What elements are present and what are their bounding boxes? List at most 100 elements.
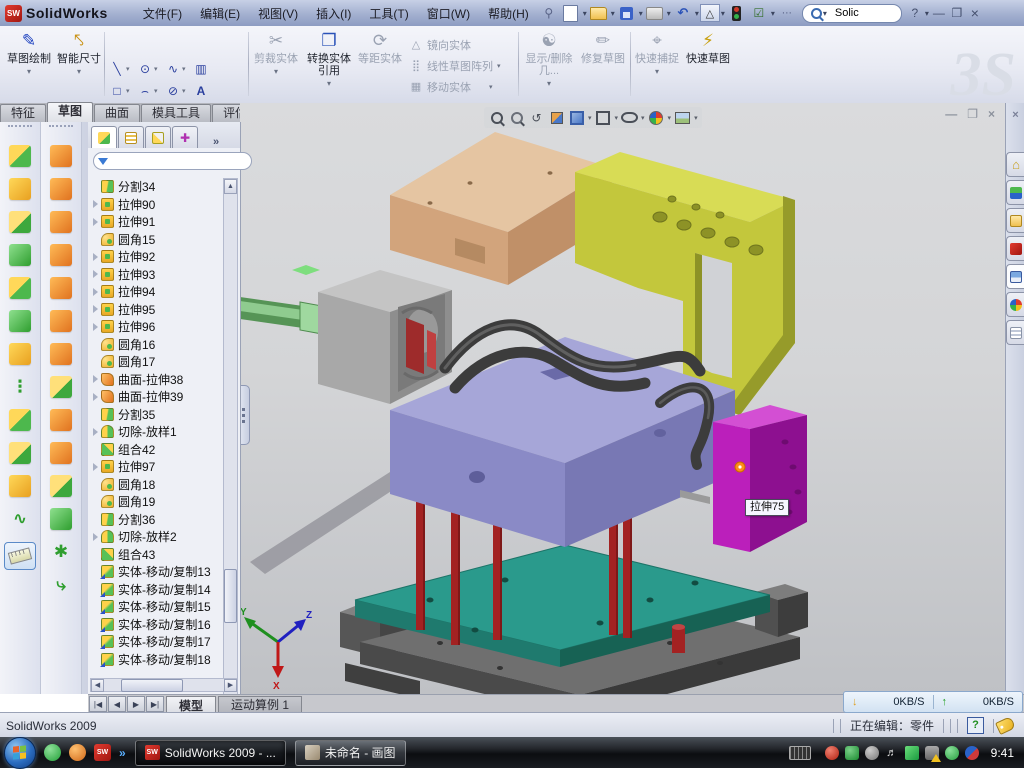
close-button[interactable]: × [966,5,984,21]
tree-item[interactable]: 实体-移动/复制16 [90,616,226,634]
menu-insert[interactable]: 插入(I) [307,2,360,25]
taskbar-clock[interactable]: 9:41 [991,746,1014,760]
toolbox-tab[interactable] [1006,236,1024,261]
hide-show-items-icon[interactable] [621,109,638,126]
spline-tool-icon[interactable]: ∿ [164,62,182,76]
doc-minimize-button[interactable]: — [945,107,957,121]
scene-dropdown-icon[interactable]: ▾ [694,114,698,122]
first-tab-button[interactable]: |◀ [89,696,107,712]
planar-surface-icon[interactable] [50,343,72,365]
taskbar-button-solidworks[interactable]: SW SolidWorks 2009 - ... [135,740,286,766]
swept-boss-icon[interactable] [9,244,31,266]
menu-edit[interactable]: 编辑(E) [191,2,249,25]
tab-features[interactable]: 特征 [0,104,46,122]
tree-item[interactable]: 拉伸96 [90,318,226,336]
tree-item[interactable]: 分割35 [90,406,226,424]
property-manager-tab[interactable] [118,126,144,148]
file-explorer-tab[interactable] [1006,208,1024,233]
tray-network-warning-icon[interactable] [925,746,939,760]
save-dropdown-icon[interactable]: ▾ [639,9,643,18]
trim-surface-icon[interactable] [50,475,72,497]
tray-antivirus-icon[interactable] [845,746,859,760]
undo-dropdown-icon[interactable]: ▾ [695,9,699,18]
tab-sketch[interactable]: 草图 [47,102,93,122]
scroll-left-button[interactable]: ◀ [91,679,104,692]
feature-manager-tab[interactable] [91,126,117,148]
search-dropdown-icon[interactable]: ▾ [823,9,827,18]
panel-overflow-icon[interactable]: » [213,136,219,148]
wrap-feature-icon[interactable] [9,343,31,365]
scroll-thumb[interactable] [224,569,237,623]
line-tool-icon[interactable]: ╲ [108,62,126,76]
circle-tool-icon[interactable]: ⊙ [136,62,154,76]
zoom-fit-icon[interactable] [488,109,505,126]
appearance-dropdown-icon[interactable]: ▾ [668,114,672,122]
tree-item[interactable]: 拉伸94 [90,283,226,301]
filter-box[interactable] [93,152,252,170]
instant3d-button-active[interactable] [4,542,36,570]
menu-help[interactable]: 帮助(H) [479,2,538,25]
next-tab-button[interactable]: ▶ [127,696,145,712]
dimxpert-manager-tab[interactable]: ✚ [172,126,198,148]
tab-surfaces[interactable]: 曲面 [94,104,140,122]
motion-study-tab[interactable]: 运动算例 1 [218,696,302,713]
scroll-right-button[interactable]: ▶ [224,679,237,692]
new-document-icon[interactable] [561,4,581,22]
tag-icon[interactable] [995,716,1016,735]
sketch-button[interactable]: ✎ 草图绘制▾ [6,30,52,78]
swept-surface-icon[interactable] [50,211,72,233]
minimize-button[interactable]: — [930,6,948,20]
toolbar-grip[interactable] [49,125,73,134]
overflow-icon[interactable]: ⋯ [777,4,797,22]
tree-item[interactable]: 实体-移动/复制13 [90,563,226,581]
view-palette-tab[interactable] [1006,264,1024,289]
tree-item[interactable]: 圆角15 [90,231,226,249]
lofted-boss-icon[interactable] [9,277,31,299]
quicklaunch-app-icon[interactable] [69,744,86,761]
panel-splitter-handle[interactable] [240,385,250,445]
graphics-viewport[interactable]: Y Z X ↺ ▾ ▾ ▾ ▾ ▾ — ❐ × 拉伸75 [240,103,1005,694]
language-keyboard-icon[interactable] [789,746,811,760]
quicklaunch-overflow-icon[interactable]: » [119,746,126,760]
tree-item[interactable]: 实体-移动/复制15 [90,598,226,616]
scroll-thumb[interactable] [121,679,183,692]
tree-item[interactable]: 拉伸95 [90,301,226,319]
shell-feature-icon[interactable] [9,310,31,332]
open-dropdown-icon[interactable]: ▾ [611,9,615,18]
revolved-surface-icon[interactable] [50,178,72,200]
select-dropdown-icon[interactable]: ▾ [721,9,725,18]
display-style-dropdown-icon[interactable]: ▾ [615,114,619,122]
tree-vertical-scrollbar[interactable]: ▲ ▼ [223,178,238,726]
tree-item[interactable]: 圆角17 [90,353,226,371]
tree-item[interactable]: 切除-放样1 [90,423,226,441]
tree-item[interactable]: 圆角18 [90,476,226,494]
quicklaunch-solidworks-icon[interactable]: SW [94,744,111,761]
view-orientation-icon[interactable] [568,109,585,126]
apply-scene-icon[interactable] [674,109,691,126]
print-dropdown-icon[interactable]: ▾ [667,9,671,18]
tray-health-icon[interactable] [945,746,959,760]
menu-file[interactable]: 文件(F) [134,2,191,25]
tray-gear-icon[interactable] [865,746,879,760]
selection-box-icon[interactable]: ▥ [192,62,210,76]
tree-item[interactable]: 拉伸92 [90,248,226,266]
tree-item[interactable]: 圆角16 [90,336,226,354]
split-feature-icon[interactable] [9,409,31,431]
undo-icon[interactable]: ↶ [673,4,693,22]
tree-item[interactable]: 分割36 [90,511,226,529]
lofted-surface-icon[interactable] [50,244,72,266]
knit-surface-icon[interactable] [50,442,72,464]
extruded-surface-icon[interactable] [50,145,72,167]
rapid-sketch-button[interactable]: ⚡ 快速草图 [684,30,732,65]
pin-toolbar-icon[interactable]: ⚲ [539,4,559,22]
model-tab[interactable]: 模型 [166,696,216,713]
resources-tab[interactable]: ⌂ [1006,152,1024,177]
search-box[interactable]: ▾ [802,4,902,23]
rebuild-icon[interactable] [727,4,747,22]
design-library-tab[interactable] [1006,180,1024,205]
tree-item[interactable]: 曲面-拉伸38 [90,371,226,389]
appearances-tab[interactable] [1006,292,1024,317]
tray-volume-icon[interactable]: ♬ [885,746,899,760]
quicklaunch-messenger-icon[interactable] [44,744,61,761]
start-button[interactable] [4,737,36,769]
